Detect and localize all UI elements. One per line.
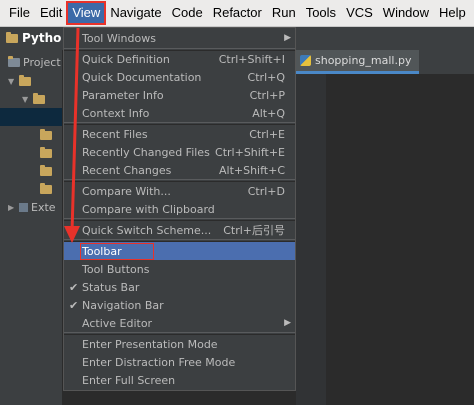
menu-item-shortcut: Ctrl+P: [249, 88, 285, 102]
menu-item-label: Enter Full Screen: [82, 373, 176, 387]
menu-item-parameter-info[interactable]: Parameter Info Ctrl+P: [64, 86, 295, 104]
menu-item-label: Quick Documentation: [82, 70, 202, 84]
editor-tab-shopping-mall[interactable]: shopping_mall.py: [296, 50, 420, 74]
menu-item-shortcut: Ctrl+Shift+I: [218, 52, 285, 66]
menu-item-status-bar[interactable]: ✔ Status Bar: [64, 278, 295, 296]
menu-run[interactable]: Run: [267, 2, 301, 24]
menu-item-tool-buttons[interactable]: Tool Buttons: [64, 260, 295, 278]
folder-icon: [19, 74, 31, 86]
checkmark-icon: ✔: [69, 280, 79, 294]
external-libraries-icon: [19, 202, 28, 212]
view-menu-dropdown: Tool Windows ▶ Quick Definition Ctrl+Shi…: [63, 27, 296, 391]
submenu-arrow-icon: ▶: [284, 318, 291, 328]
menu-item-toolbar[interactable]: Toolbar: [64, 242, 295, 260]
menu-item-compare-with[interactable]: Compare With... Ctrl+D: [64, 182, 295, 200]
tree-row-selected[interactable]: [0, 108, 62, 126]
tree-row-folder[interactable]: [40, 162, 52, 180]
project-panel-title: Project: [23, 55, 61, 69]
folder-icon: [40, 182, 52, 194]
menu-item-compare-with-clipboard[interactable]: Compare with Clipboard: [64, 200, 295, 218]
menu-item-active-editor[interactable]: Active Editor ▶: [64, 314, 295, 332]
menu-vcs[interactable]: VCS: [341, 2, 378, 24]
folder-icon: [33, 92, 45, 104]
menu-item-label: Active Editor: [82, 316, 153, 330]
tree-row-folder[interactable]: [40, 126, 52, 144]
menu-item-label: Parameter Info: [82, 88, 164, 102]
menu-item-label: Tool Buttons: [82, 262, 150, 276]
editor-tab-label: shopping_mall.py: [315, 54, 412, 67]
tree-row-folder[interactable]: [40, 144, 52, 162]
project-view-icon: [8, 55, 20, 67]
menu-refactor[interactable]: Refactor: [208, 2, 267, 24]
editor-tab-bar: shopping_mall.py: [296, 50, 474, 74]
menu-item-quick-switch-scheme[interactable]: Quick Switch Scheme... Ctrl+后引号: [64, 221, 295, 239]
menu-item-enter-presentation-mode[interactable]: Enter Presentation Mode: [64, 335, 295, 353]
menu-item-shortcut: Alt+Q: [252, 106, 285, 120]
expand-triangle-icon: ▼: [8, 76, 15, 86]
project-panel-header[interactable]: Project: [0, 52, 62, 72]
menu-item-shortcut: Ctrl+Q: [247, 70, 285, 84]
menu-item-label: Recently Changed Files: [82, 145, 210, 159]
tree-row-external-libraries[interactable]: ▶ Exte: [8, 198, 56, 216]
external-libraries-label: Exte: [31, 200, 56, 214]
menu-item-recently-changed-files[interactable]: Recently Changed Files Ctrl+Shift+E: [64, 143, 295, 161]
submenu-arrow-icon: ▶: [284, 33, 291, 43]
menu-item-label: Recent Files: [82, 127, 148, 141]
tree-row-project-root[interactable]: ▼: [8, 72, 31, 90]
menu-item-label: Recent Changes: [82, 163, 172, 177]
menu-item-quick-documentation[interactable]: Quick Documentation Ctrl+Q: [64, 68, 295, 86]
menu-item-quick-definition[interactable]: Quick Definition Ctrl+Shift+I: [64, 50, 295, 68]
menu-item-context-info[interactable]: Context Info Alt+Q: [64, 104, 295, 122]
menu-item-navigation-bar[interactable]: ✔ Navigation Bar: [64, 296, 295, 314]
menu-item-label: Enter Presentation Mode: [82, 337, 218, 351]
menu-item-tool-windows[interactable]: Tool Windows ▶: [64, 29, 295, 47]
menu-item-label: Enter Distraction Free Mode: [82, 355, 236, 369]
breadcrumb-project[interactable]: Pytho: [6, 31, 61, 45]
menu-bar: File Edit View Navigate Code Refactor Ru…: [0, 0, 474, 27]
menu-item-label: Navigation Bar: [82, 298, 164, 312]
menu-window[interactable]: Window: [378, 2, 434, 24]
menu-item-recent-files[interactable]: Recent Files Ctrl+E: [64, 125, 295, 143]
menu-navigate[interactable]: Navigate: [105, 2, 166, 24]
tree-row-folder[interactable]: ▼: [22, 90, 45, 108]
menu-item-label: Toolbar: [80, 242, 154, 260]
menu-item-shortcut: Ctrl+D: [247, 184, 285, 198]
menu-item-label: Status Bar: [82, 280, 140, 294]
folder-icon: [40, 164, 52, 176]
expand-triangle-icon: ▼: [22, 94, 29, 104]
breadcrumb-label: Pytho: [22, 31, 62, 45]
python-file-icon: [300, 55, 311, 66]
menu-item-shortcut: Ctrl+Shift+E: [215, 145, 285, 159]
folder-icon: [40, 146, 52, 158]
menu-help[interactable]: Help: [434, 2, 471, 24]
menu-file[interactable]: File: [4, 2, 35, 24]
menu-item-enter-distraction-free-mode[interactable]: Enter Distraction Free Mode: [64, 353, 295, 371]
menu-item-label: Compare With...: [82, 184, 171, 198]
folder-icon: [6, 31, 18, 43]
menu-item-label: Context Info: [82, 106, 150, 120]
editor-gutter: [296, 74, 326, 405]
menu-item-shortcut: Ctrl+后引号: [223, 224, 285, 237]
folder-icon: [40, 128, 52, 140]
checkmark-icon: ✔: [69, 298, 79, 312]
menu-item-label: Quick Definition: [82, 52, 170, 66]
collapse-triangle-icon: ▶: [8, 202, 15, 212]
menu-item-recent-changes[interactable]: Recent Changes Alt+Shift+C: [64, 161, 295, 179]
menu-view[interactable]: View: [66, 1, 107, 25]
menu-item-label: Compare with Clipboard: [82, 202, 215, 216]
tree-row-folder[interactable]: [40, 180, 52, 198]
menu-edit[interactable]: Edit: [35, 2, 67, 24]
menu-item-shortcut: Alt+Shift+C: [218, 163, 285, 177]
menu-item-shortcut: Ctrl+E: [249, 127, 285, 141]
menu-item-label: Quick Switch Scheme...: [82, 223, 212, 237]
menu-item-label: Tool Windows: [82, 31, 156, 45]
menu-code[interactable]: Code: [167, 2, 208, 24]
menu-item-enter-full-screen[interactable]: Enter Full Screen: [64, 371, 295, 389]
project-panel: Project ▼ ▼ ▶ Exte: [0, 50, 62, 405]
menu-tools[interactable]: Tools: [301, 2, 341, 24]
